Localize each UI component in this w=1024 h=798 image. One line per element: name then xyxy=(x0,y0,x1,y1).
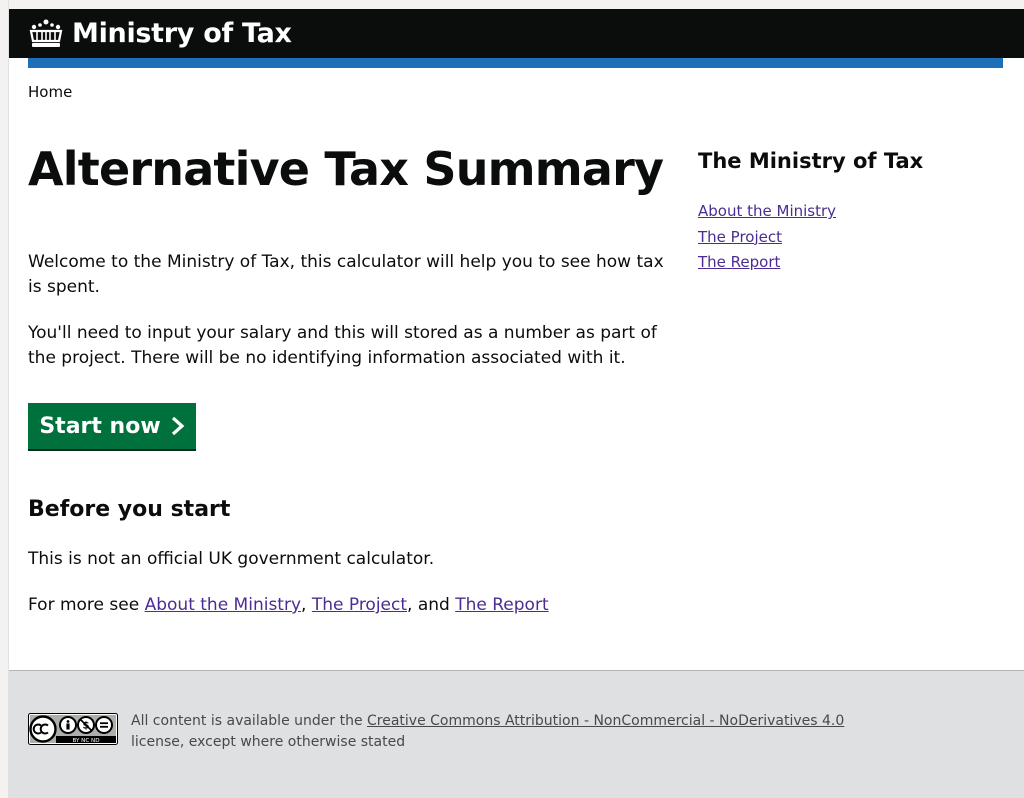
sidebar-item-project: The Project xyxy=(698,225,836,251)
sidebar-item-about: About the Ministry xyxy=(698,199,836,225)
header-accent-bar xyxy=(28,58,1003,68)
license-prefix: All content is available under the xyxy=(131,713,368,729)
site-header: Ministry of Tax xyxy=(9,9,1024,58)
start-now-button[interactable]: Start now xyxy=(28,403,196,449)
more-info-prefix: For more see xyxy=(28,595,145,615)
license-link[interactable]: Creative Commons Attribution - NonCommer… xyxy=(367,713,844,729)
more-info-separator: , xyxy=(301,595,312,615)
site-footer: $ BY NC ND All content is available unde… xyxy=(9,670,1024,798)
breadcrumb-home-link[interactable]: Home xyxy=(28,83,72,101)
more-info-separator: , and xyxy=(407,595,456,615)
about-ministry-link[interactable]: About the Ministry xyxy=(145,595,301,615)
intro-paragraph-2: You'll need to input your salary and thi… xyxy=(28,323,657,368)
chevron-right-icon xyxy=(171,416,185,436)
sidebar-link-the-report[interactable]: The Report xyxy=(698,253,780,271)
the-project-link[interactable]: The Project xyxy=(312,595,407,615)
sidebar-link-about-ministry[interactable]: About the Ministry xyxy=(698,202,836,220)
the-report-link[interactable]: The Report xyxy=(455,595,548,615)
browser-left-edge xyxy=(0,0,9,798)
sidebar-links: About the Ministry The Project The Repor… xyxy=(698,199,836,276)
header-logo-link[interactable]: Ministry of Tax xyxy=(28,9,292,58)
creative-commons-icon[interactable]: $ BY NC ND xyxy=(28,713,118,745)
start-now-label: Start now xyxy=(39,413,161,439)
sidebar-title: The Ministry of Tax xyxy=(698,149,924,173)
license-text: All content is available under the Creat… xyxy=(131,711,891,753)
page-title: Alternative Tax Summary xyxy=(28,142,664,196)
disclaimer-text: This is not an official UK government ca… xyxy=(28,549,435,569)
svg-text:BY NC ND: BY NC ND xyxy=(72,738,99,744)
before-you-start-heading: Before you start xyxy=(28,497,231,522)
breadcrumb: Home xyxy=(28,83,72,101)
license-suffix: license, except where otherwise stated xyxy=(131,734,406,750)
crown-icon xyxy=(29,19,63,47)
sidebar-item-report: The Report xyxy=(698,250,836,276)
sidebar-link-the-project[interactable]: The Project xyxy=(698,228,782,246)
intro-paragraph-1: Welcome to the Ministry of Tax, this cal… xyxy=(28,252,664,297)
site-logo-text: Ministry of Tax xyxy=(72,18,292,49)
browser-top-edge xyxy=(0,0,1024,9)
more-info-paragraph: For more see About the Ministry, The Pro… xyxy=(28,593,668,618)
